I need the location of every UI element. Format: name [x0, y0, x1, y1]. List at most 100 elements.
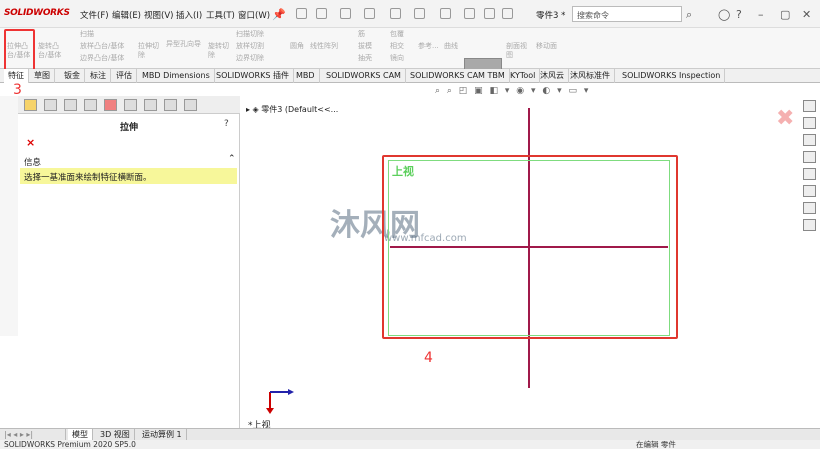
- save-icon[interactable]: [364, 8, 375, 19]
- sweep-button[interactable]: 扫描: [80, 30, 94, 39]
- task-pane-strip: [803, 100, 818, 231]
- minimize-icon[interactable]: –: [758, 8, 764, 21]
- property-manager-panel: 拉伸 ? × 信息 ⌃ 选择一基准面来绘制特征横断面。: [18, 96, 240, 432]
- close-icon[interactable]: ✕: [802, 8, 811, 21]
- command-manager-ribbon: 拉伸凸台/基体 旋转凸台/基体 扫描 放样凸台/基体 边界凸台/基体 拉伸切除 …: [0, 28, 820, 94]
- cam-tree-icon[interactable]: [184, 99, 197, 111]
- bottom-tabs: |◂ ◂ ▸ ▸| 模型 3D 视图 运动算例 1: [0, 428, 820, 441]
- tree-root-label: 零件3 (Default<<...: [261, 105, 339, 114]
- search-icon[interactable]: ⌕: [686, 8, 692, 22]
- tab-4[interactable]: 评估: [112, 69, 137, 83]
- open-icon[interactable]: [340, 8, 351, 19]
- dimxpert-icon[interactable]: [84, 99, 97, 111]
- part-icon: ▸ ◈: [246, 105, 262, 114]
- curves-button[interactable]: 曲线: [444, 42, 458, 51]
- config-manager-icon[interactable]: [64, 99, 77, 111]
- extrude-highlight-box: [4, 29, 35, 72]
- tab-1[interactable]: 草图: [30, 69, 55, 83]
- hole-wizard-button[interactable]: 异型孔向导: [166, 40, 206, 49]
- property-manager-icon[interactable]: [44, 99, 57, 111]
- tab-11[interactable]: 沐风云: [536, 69, 569, 83]
- folder-icon[interactable]: [803, 134, 816, 146]
- status-bar: SOLIDWORKS Premium 2020 SP5.0 在编辑 零件: [0, 440, 820, 449]
- loft-cut-button[interactable]: 放样切割: [236, 42, 264, 51]
- boundary-cut-button[interactable]: 边界切除: [236, 54, 264, 63]
- tab-6[interactable]: SOLIDWORKS 插件: [212, 69, 294, 83]
- command-tabs: 特征 草图 钣金 标注 评估 MBD Dimensions SOLIDWORKS 插件 MBD…: [0, 69, 820, 83]
- menu-window[interactable]: 窗口(W): [238, 9, 270, 21]
- document-name: 零件3 *: [536, 11, 566, 21]
- cam-feature-icon[interactable]: [124, 99, 137, 111]
- intersect-button[interactable]: 相交: [390, 42, 404, 51]
- boundary-boss-button[interactable]: 边界凸台/基体: [80, 54, 124, 63]
- tab-3[interactable]: 标注: [86, 69, 111, 83]
- search-placeholder: 搜索命令: [577, 11, 609, 20]
- menu-edit[interactable]: 编辑(E): [112, 9, 141, 21]
- menu-file[interactable]: 文件(F): [80, 9, 109, 21]
- maximize-icon[interactable]: ▢: [780, 8, 790, 21]
- tab-5[interactable]: MBD Dimensions: [138, 69, 215, 83]
- heads-up-view-toolbar[interactable]: ⌕ ⌕ ◰ ▣ ◧ ▾ ◉ ▾ ◐ ▾ ▭ ▾: [435, 86, 590, 96]
- new-icon[interactable]: [316, 8, 327, 19]
- pin-icon[interactable]: 📌: [272, 8, 286, 21]
- tab-7[interactable]: MBD: [292, 69, 320, 83]
- home-icon[interactable]: [803, 100, 816, 112]
- library-icon[interactable]: [803, 151, 816, 163]
- appearance-icon[interactable]: [803, 168, 816, 180]
- wrap-button[interactable]: 包覆: [390, 30, 404, 39]
- chevron-up-icon[interactable]: ⌃: [228, 154, 236, 164]
- print-icon[interactable]: [390, 8, 401, 19]
- tab-12[interactable]: 沐风标准件: [566, 69, 615, 83]
- tab-2[interactable]: 钣金: [60, 69, 85, 83]
- select-icon[interactable]: [440, 8, 451, 19]
- resources-icon[interactable]: [803, 117, 816, 129]
- info-heading[interactable]: 信息: [24, 156, 41, 168]
- revolve-cut-button[interactable]: 旋转切除: [208, 42, 234, 60]
- search-input[interactable]: 搜索命令: [572, 6, 682, 22]
- properties-icon[interactable]: [803, 185, 816, 197]
- undo-icon[interactable]: [414, 8, 425, 19]
- menu-view[interactable]: 视图(V): [144, 9, 173, 21]
- left-icon-strip: [0, 96, 18, 336]
- feature-tree-root[interactable]: ▸ ◈ 零件3 (Default<<...: [246, 104, 338, 115]
- loft-button[interactable]: 放样凸台/基体: [80, 42, 124, 51]
- extrude-cut-button[interactable]: 拉伸切除: [138, 42, 164, 60]
- tab-0[interactable]: 特征: [4, 69, 29, 83]
- draft-button[interactable]: 拔模: [358, 42, 372, 51]
- move-face-button[interactable]: 移动面: [536, 42, 560, 51]
- plane-highlight-box: [382, 155, 678, 339]
- revolve-boss-button[interactable]: 旋转凸台/基体: [38, 42, 68, 60]
- menu-tools[interactable]: 工具(T): [206, 9, 235, 21]
- linear-pattern-button[interactable]: 线性阵列: [310, 42, 338, 51]
- menu-insert[interactable]: 插入(I): [176, 9, 202, 21]
- rib-button[interactable]: 筋: [358, 30, 365, 39]
- mirror-button[interactable]: 镜向: [390, 54, 404, 63]
- reference-geometry-button[interactable]: 参考...: [418, 42, 439, 51]
- tab-13[interactable]: SOLIDWORKS Inspection: [618, 69, 726, 83]
- rebuild-icon[interactable]: [464, 8, 475, 19]
- section-view-button[interactable]: 剖面视图: [506, 42, 532, 60]
- tab-8[interactable]: SOLIDWORKS CAM: [322, 69, 406, 83]
- options-icon[interactable]: [502, 8, 513, 19]
- help-icon[interactable]: ?: [736, 8, 742, 21]
- tab-9[interactable]: SOLIDWORKS CAM TBM: [406, 69, 510, 83]
- solidworks-logo: SOLIDWORKS: [4, 8, 70, 18]
- forum-icon[interactable]: [803, 219, 816, 231]
- cancel-icon[interactable]: ×: [26, 136, 35, 149]
- file-props-icon[interactable]: [484, 8, 495, 19]
- plane-label: 上视: [392, 165, 414, 178]
- feature-tree-icon[interactable]: [24, 99, 37, 111]
- cancel-confirm-icon[interactable]: ✖: [776, 106, 794, 131]
- home-icon[interactable]: [296, 8, 307, 19]
- sweep-cut-button[interactable]: 扫描切除: [236, 30, 264, 39]
- shell-button[interactable]: 抽壳: [358, 54, 372, 63]
- cam-tool-icon[interactable]: [164, 99, 177, 111]
- panel-tab-strip: [18, 96, 240, 114]
- fillet-button[interactable]: 圆角: [290, 42, 304, 51]
- step-4-annotation: 4: [424, 350, 433, 366]
- display-manager-icon[interactable]: [104, 99, 117, 111]
- globe-icon[interactable]: [803, 202, 816, 214]
- help-icon[interactable]: ?: [224, 119, 229, 129]
- cam-operation-icon[interactable]: [144, 99, 157, 111]
- user-icon[interactable]: ◯: [718, 8, 730, 21]
